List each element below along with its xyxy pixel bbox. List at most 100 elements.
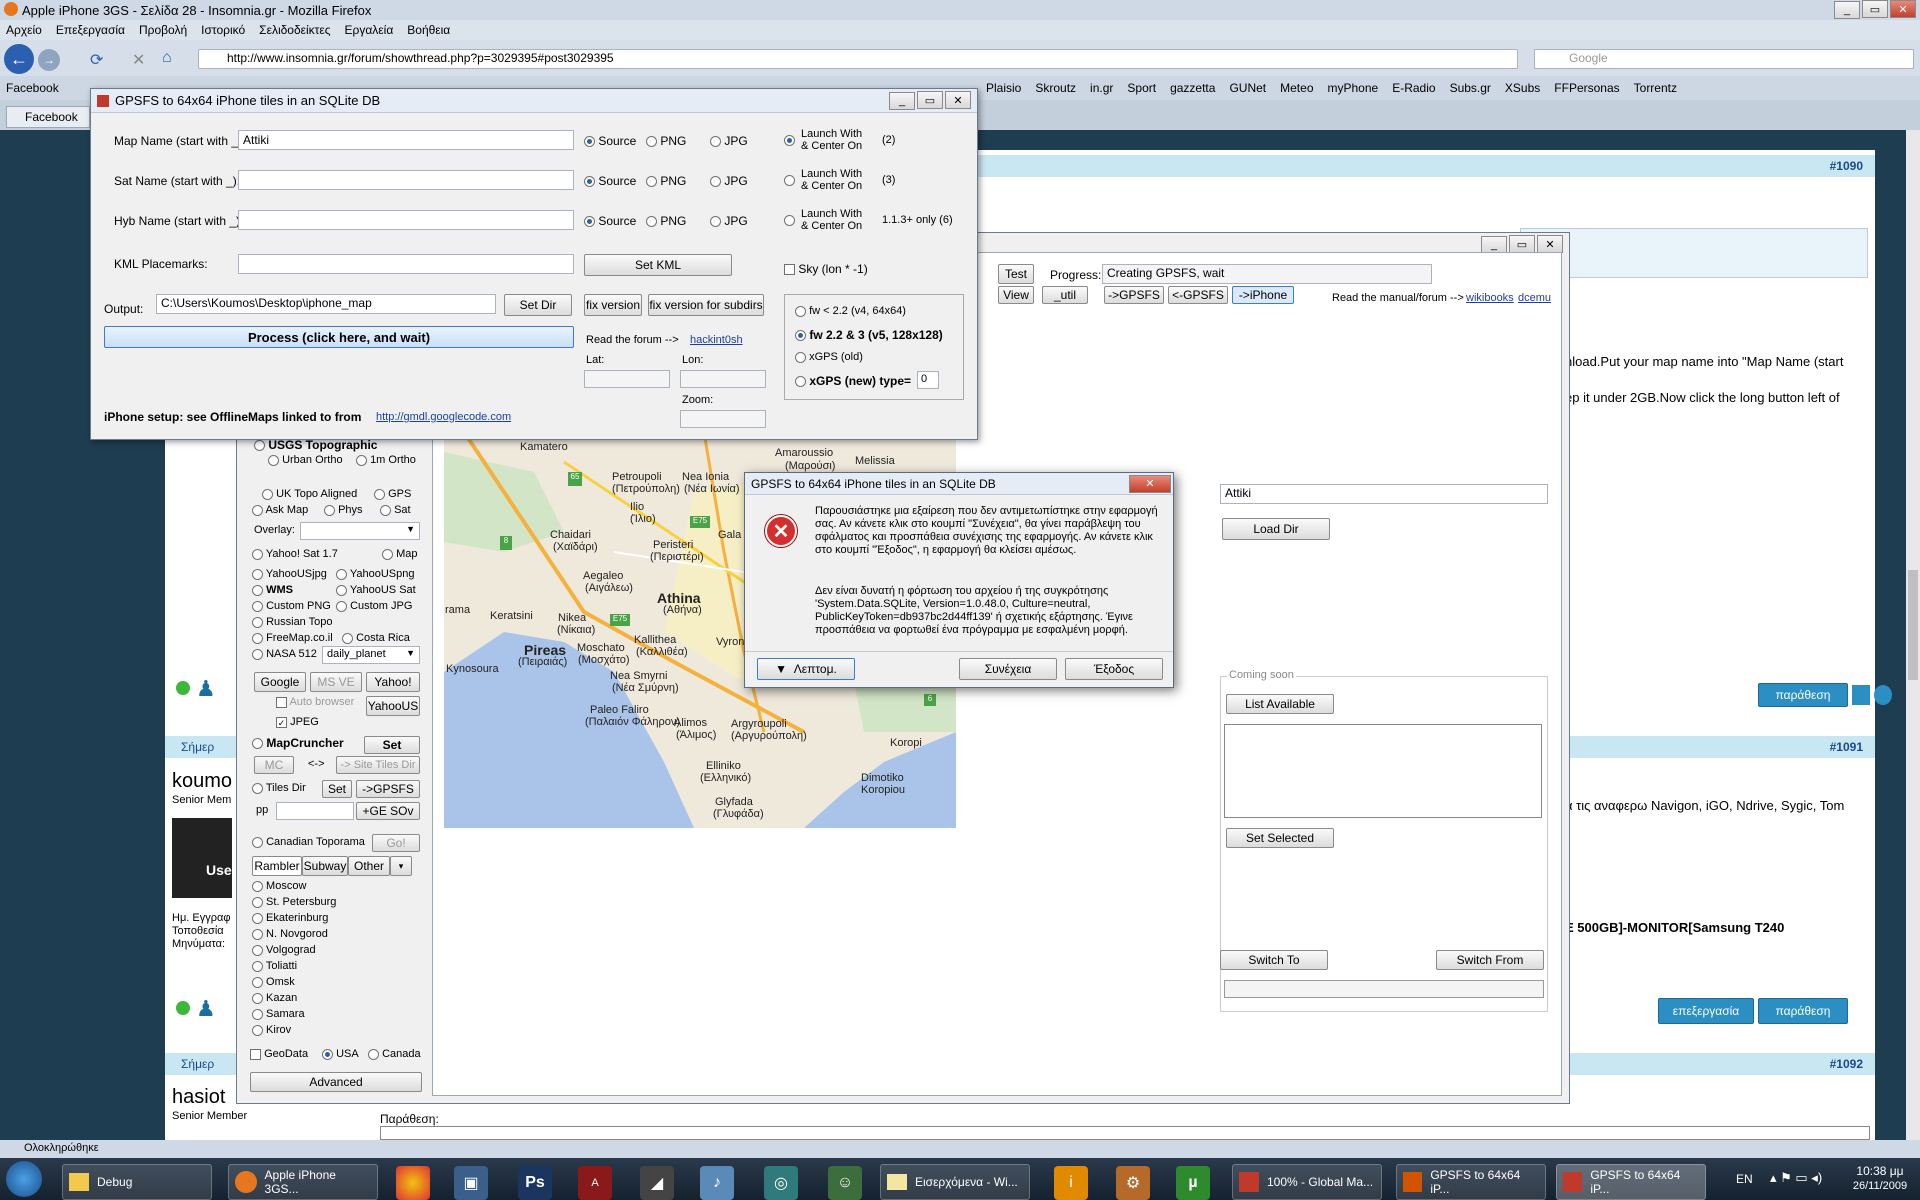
home-icon[interactable]: ⌂	[162, 49, 172, 67]
minimize-icon[interactable]: _	[1481, 235, 1507, 254]
tiles-to-gpsfs-button[interactable]: ->GPSFS	[356, 780, 420, 798]
to-iphone-button[interactable]: ->iPhone	[1232, 286, 1294, 304]
google-button[interactable]: Google	[254, 672, 306, 692]
menu-item[interactable]: Εργαλεία	[345, 23, 394, 37]
xgps-new-radio[interactable]	[795, 376, 806, 388]
ask-map-radio[interactable]	[252, 504, 263, 516]
acrobat-icon[interactable]: A	[578, 1166, 612, 1200]
nasa-select[interactable]: daily_planet ▼	[322, 646, 420, 664]
bookmark-facebook[interactable]: Facebook	[6, 81, 59, 95]
close-icon[interactable]: ✕	[1537, 235, 1563, 253]
jpg-radio[interactable]	[710, 136, 721, 148]
xgps-old-radio[interactable]	[795, 351, 806, 363]
bookmark-item[interactable]: FFPersonas	[1554, 81, 1619, 95]
nasa-radio[interactable]	[252, 648, 263, 660]
city-radio[interactable]	[252, 880, 263, 892]
quote-button[interactable]: παράθεση	[1758, 683, 1848, 707]
yahoous-jpg-radio[interactable]	[252, 568, 263, 580]
uk-topo-radio[interactable]	[262, 488, 273, 500]
map-radio[interactable]	[382, 548, 393, 560]
clock-time[interactable]: 10:38 μμ	[1850, 1164, 1910, 1178]
view-button[interactable]: View	[998, 286, 1034, 304]
quick-reply-icon[interactable]	[1874, 685, 1892, 705]
tab-scroll-icon[interactable]: ▾	[390, 856, 412, 876]
task-gpsfs-2[interactable]: GPSFS to 64x64 iP...	[1556, 1164, 1706, 1200]
city-radio[interactable]	[252, 928, 263, 940]
close-icon[interactable]: ✕	[945, 91, 971, 110]
menu-item[interactable]: Αρχείο	[6, 23, 42, 37]
dcemu-link[interactable]: dcemu	[1518, 292, 1551, 304]
minimize-icon[interactable]: _	[1834, 0, 1860, 19]
bookmark-item[interactable]: Torrentz	[1634, 81, 1677, 95]
bookmark-item[interactable]: Sport	[1127, 81, 1156, 95]
bookmark-item[interactable]: E-Radio	[1392, 81, 1435, 95]
jpeg-checkbox[interactable]: ✓	[276, 716, 287, 728]
phys-radio[interactable]	[324, 504, 335, 516]
switch-from-button[interactable]: Switch From	[1436, 950, 1544, 970]
yahoous-sat-radio[interactable]	[336, 584, 347, 596]
start-orb-icon[interactable]	[6, 1161, 42, 1197]
scrollbar[interactable]	[1906, 130, 1920, 1140]
bookmark-item[interactable]: GUNet	[1229, 81, 1266, 95]
city-radio[interactable]	[252, 1008, 263, 1020]
png-radio[interactable]	[646, 136, 657, 148]
info-icon[interactable]: i	[1054, 1166, 1088, 1200]
tool-icon[interactable]: ◢	[640, 1166, 674, 1200]
bookmark-item[interactable]: myPhone	[1328, 81, 1379, 95]
custom-jpg-radio[interactable]	[336, 600, 347, 612]
lat-input[interactable]	[584, 370, 670, 388]
city-radio[interactable]	[252, 976, 263, 988]
mc-button[interactable]: MC	[254, 756, 294, 774]
fix-subdirs-button[interactable]: fix version for subdirs	[648, 294, 764, 316]
list-available-button[interactable]: List Available	[1226, 694, 1334, 714]
jpg-radio[interactable]	[710, 176, 721, 188]
tab-other[interactable]: Other	[348, 856, 390, 876]
costa-rica-radio[interactable]	[342, 632, 353, 644]
close-icon[interactable]: ✕	[1129, 474, 1171, 493]
utorrent-icon[interactable]: µ	[1176, 1166, 1210, 1200]
layer-name-input[interactable]	[238, 170, 574, 190]
city-radio[interactable]	[252, 960, 263, 972]
ge-sov-button[interactable]: +GE SOv	[356, 802, 420, 820]
details-button[interactable]: ▼ Λεπτομ.	[757, 658, 855, 680]
tiles-dir-radio[interactable]	[252, 782, 263, 794]
fix-version-button[interactable]: fix version	[584, 294, 642, 316]
yahoous-png-radio[interactable]	[336, 568, 347, 580]
layer-name-input[interactable]: Attiki	[238, 130, 574, 150]
custom-png-radio[interactable]	[252, 600, 263, 612]
xgps-type-input[interactable]: 0	[917, 371, 939, 389]
source-radio[interactable]	[584, 176, 595, 188]
bookmark-item[interactable]: Subs.gr	[1450, 81, 1491, 95]
maximize-icon[interactable]: ▭	[917, 91, 943, 110]
bookmark-item[interactable]: in.gr	[1090, 81, 1113, 95]
sky-checkbox[interactable]	[784, 264, 795, 276]
bookmark-item[interactable]: gazzetta	[1170, 81, 1215, 95]
menu-item[interactable]: Σελιδοδείκτες	[259, 23, 330, 37]
mapcruncher-set-button[interactable]: Set	[364, 736, 420, 754]
russian-topo-radio[interactable]	[252, 616, 263, 628]
mapcruncher-radio[interactable]	[252, 738, 263, 750]
close-icon[interactable]: ✕	[1890, 0, 1916, 18]
bookmark-item[interactable]: XSubs	[1505, 81, 1540, 95]
back-icon[interactable]: ←	[4, 44, 34, 74]
globe-icon[interactable]: ◎	[764, 1166, 798, 1200]
yahoo-sat-radio[interactable]	[252, 548, 263, 560]
set-kml-button[interactable]: Set KML	[584, 254, 732, 276]
city-radio[interactable]	[252, 992, 263, 1004]
photoshop-icon[interactable]: Ps	[518, 1166, 552, 1200]
test-button[interactable]: Test	[998, 264, 1034, 284]
ortho-1m-radio[interactable]	[356, 454, 367, 466]
wms-radio[interactable]	[252, 584, 263, 596]
to-gpsfs-button[interactable]: ->GPSFS	[1104, 286, 1164, 304]
computer-icon[interactable]: ▣	[454, 1166, 488, 1200]
task-firefox[interactable]: Apple iPhone 3GS...	[228, 1164, 378, 1200]
language-indicator[interactable]: EN	[1736, 1172, 1753, 1186]
yahoo-button[interactable]: Yahoo!	[366, 672, 420, 692]
chrome-icon[interactable]	[396, 1166, 430, 1200]
multiquote-icon[interactable]	[1852, 685, 1870, 705]
city-radio[interactable]	[252, 912, 263, 924]
process-button[interactable]: Process (click here, and wait)	[104, 326, 574, 348]
sat-radio[interactable]	[380, 504, 391, 516]
maximize-icon[interactable]: ▭	[1862, 0, 1888, 18]
reload-icon[interactable]: ⟳	[90, 50, 103, 70]
